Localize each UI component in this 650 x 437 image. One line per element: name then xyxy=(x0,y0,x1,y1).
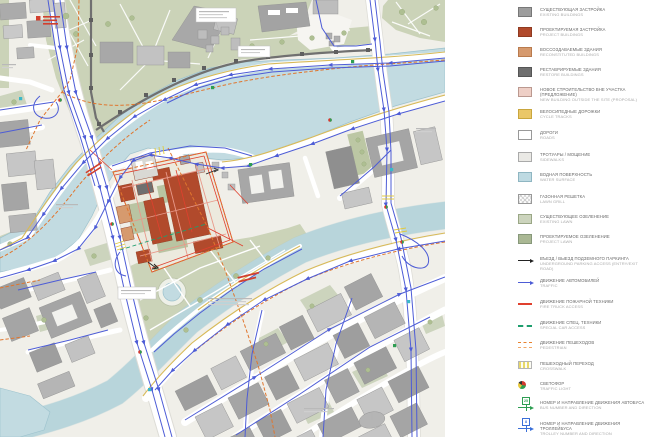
legend-label-ru: НОВОЕ СТРОИТЕЛЬСТВО ВНЕ УЧАСТКА (ПРЕДЛОЖ… xyxy=(540,87,648,97)
legend-swatch xyxy=(518,109,532,119)
legend-label-en: RESTORE BUILDINGS xyxy=(540,72,648,77)
legend-swatch xyxy=(518,27,532,37)
legend-label-en: ROADS xyxy=(540,135,648,140)
legend-label-en: TRAFFIC xyxy=(540,283,648,288)
legend-panel: СУЩЕСТВУЮЩАЯ ЗАСТРОЙКАEXISTING BUILDINGS… xyxy=(517,0,650,437)
callout-box xyxy=(118,287,156,299)
legend-label-ru: НОМЕР И НАПРАВЛЕНИЕ ДВИЖЕНИЯ ТРОЛЛЕЙБУСА xyxy=(540,421,648,431)
legend-swatch xyxy=(518,87,532,97)
legend-label-en: PROJECT BUILDINGS xyxy=(540,32,648,37)
legend-label-en: FIRE TRUCK ACCESS xyxy=(540,304,648,309)
project-building xyxy=(118,183,135,202)
legend-label-en: TROLLEY NUMBER AND DIRECTION xyxy=(540,431,648,436)
legend-swatch xyxy=(518,172,532,182)
legend-label-en: BUS NUMBER AND DIRECTION xyxy=(540,405,648,410)
parking-arrow-icon xyxy=(518,256,532,266)
legend-label-en: CYCLE TRACKS xyxy=(540,114,648,119)
legend-label-en: PROJECT LAWN xyxy=(540,239,648,244)
callout-box xyxy=(238,46,270,57)
legend-swatch xyxy=(518,361,532,369)
legend-swatch xyxy=(518,67,532,77)
legend-label-en: SPECIAL CAR ACCESS xyxy=(540,325,648,330)
legend-label-en: NEW BUILDING OUTSIDE THE SITE (PROPOSAL) xyxy=(540,97,648,102)
transit-route-icon: 8 xyxy=(518,421,532,431)
map-panel xyxy=(0,0,445,437)
traffic-arrow-icon xyxy=(518,278,532,288)
legend-label-en: UNDERGROUND PARKING ACCESS (ENTRY/EXIT R… xyxy=(540,261,648,271)
legend-swatch xyxy=(518,47,532,57)
legend-label-en: PEDESTRIAN xyxy=(540,345,648,350)
legend-swatch xyxy=(518,234,532,244)
legend-swatch xyxy=(518,325,532,327)
text-mark xyxy=(208,298,252,305)
legend-swatch xyxy=(518,130,532,140)
masterplan-sheet: СУЩЕСТВУЮЩАЯ ЗАСТРОЙКАEXISTING BUILDINGS… xyxy=(0,0,650,437)
traffic-light-icon xyxy=(518,381,526,389)
transit-route-icon: 25 xyxy=(518,400,532,410)
legend-label-en: EXISTING BUILDINGS xyxy=(540,12,648,17)
legend-swatch xyxy=(518,214,532,224)
legend-label-en: EXISTING LAWN xyxy=(540,219,648,224)
legend-label-en: WATER SURFACE xyxy=(540,177,648,182)
legend-swatch xyxy=(518,303,532,305)
legend-label-en: RECONSTITUTED BUILDINGS xyxy=(540,52,648,57)
legend-swatch xyxy=(518,194,532,204)
legend-label-en: CROSSWALK xyxy=(540,366,648,371)
masterplan-map[interactable] xyxy=(0,0,445,437)
legend-swatch xyxy=(518,152,532,162)
legend-label-en: SIDEWALKS xyxy=(540,157,648,162)
legend-swatch xyxy=(518,7,532,17)
legend-label-en: LAWN GRILL xyxy=(540,199,648,204)
legend-label-en: TRAFFIC LIGHT xyxy=(540,386,648,391)
